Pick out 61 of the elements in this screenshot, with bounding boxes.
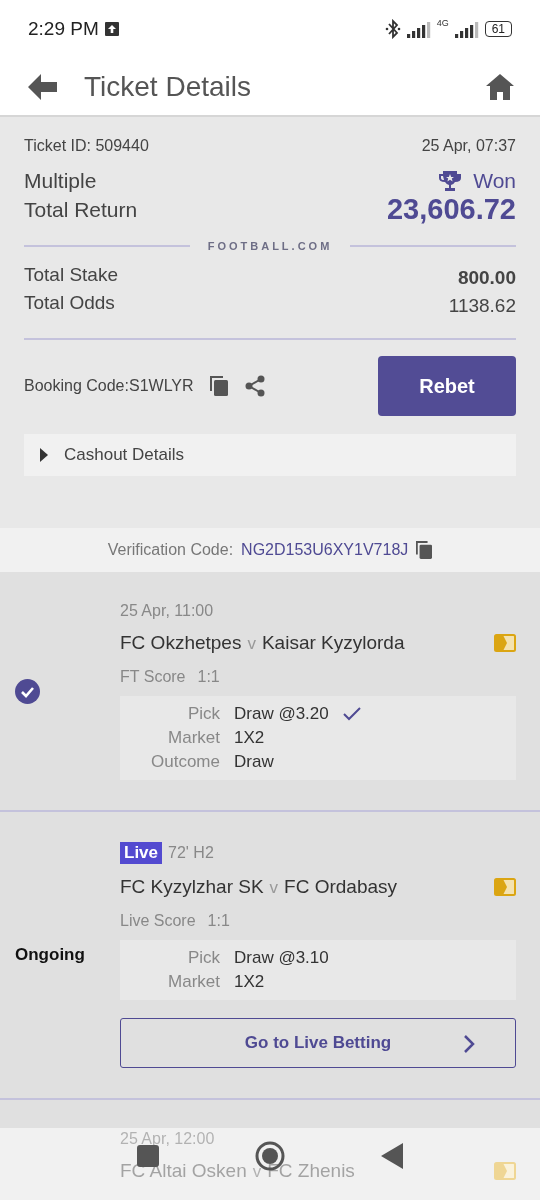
summary-value: 1138.62 (448, 295, 516, 317)
bluetooth-icon (384, 19, 401, 39)
summary-label: Total Stake (24, 264, 118, 286)
detail-label: Pick (186, 704, 220, 724)
network-type: 4G (436, 18, 449, 28)
away-team: Kaisar Kyzylorda (261, 632, 405, 654)
match-minute: 72' H2 (168, 844, 214, 862)
match-date: 25 Apr, 11:00 (120, 602, 215, 620)
rebet-button[interactable]: Rebet (378, 356, 516, 416)
chevron-right-icon (463, 1035, 475, 1053)
detail-label: Market (167, 728, 220, 748)
trophy-icon (439, 171, 462, 191)
booking-code: Booking Code:S1WLYR (24, 377, 194, 395)
detail-value: 1X2 (234, 728, 265, 748)
detail-value: Draw (234, 752, 274, 772)
detail-label: Pick (186, 948, 220, 968)
score-value: 1:1 (207, 912, 230, 930)
summary-value: 800.00 (457, 267, 516, 289)
away-team: FC Zhenis (267, 1160, 355, 1182)
ticket-date: 25 Apr, 07:37 (421, 137, 516, 155)
page-title: Ticket Details (84, 70, 252, 103)
detail-value: Draw @3.10 (234, 948, 329, 968)
copy-icon[interactable] (416, 541, 433, 559)
battery-level: 61 (484, 21, 512, 37)
home-icon[interactable] (486, 73, 514, 100)
ticket-id: Ticket ID: 509440 (24, 137, 149, 155)
versus-label: v (252, 1162, 262, 1182)
live-badge: Live (120, 842, 163, 864)
summary-label: Total Odds (24, 292, 115, 314)
share-icon[interactable] (243, 375, 266, 397)
score-label: Live Score (120, 912, 196, 930)
back-button-icon[interactable] (381, 1143, 403, 1169)
signal-icon (406, 20, 431, 38)
total-return-label: Total Return (24, 197, 138, 222)
away-team: FC Ordabasy (284, 876, 398, 898)
verification-label: Verification Code: (107, 541, 234, 559)
back-arrow-icon[interactable] (28, 72, 58, 101)
score-label: FT Score (120, 668, 186, 686)
ticket-status: Won (473, 169, 516, 193)
caret-icon (38, 448, 50, 462)
home-team: FC Kyzylzhar SK (120, 876, 264, 898)
verification-code: NG2D153U6XY1V718J (241, 541, 409, 559)
status-time: 2:29 PM (28, 18, 99, 40)
bet-status: Ongoing (15, 945, 85, 965)
live-betting-button[interactable]: Go to Live Betting (120, 1018, 516, 1068)
home-team: FC Okzhetpes (120, 632, 242, 654)
brand-logo: FOOTBALL.COM (207, 240, 333, 252)
versus-label: v (247, 634, 256, 654)
signal-icon (454, 20, 479, 38)
total-return-value: 23,606.72 (387, 193, 516, 226)
match-date: 25 Apr, 12:00 (120, 1130, 216, 1148)
cashout-details-toggle[interactable]: Cashout Details (24, 434, 516, 476)
score-value: 1:1 (197, 668, 220, 686)
detail-label: Market (167, 972, 220, 992)
detail-value: 1X2 (234, 972, 265, 992)
detail-value: Draw @3.20 (234, 704, 329, 724)
detail-label: Outcome (150, 752, 220, 772)
versus-label: v (269, 878, 279, 898)
copy-icon[interactable] (209, 376, 228, 396)
bet-type: Multiple (24, 169, 97, 193)
upload-icon (104, 22, 119, 36)
